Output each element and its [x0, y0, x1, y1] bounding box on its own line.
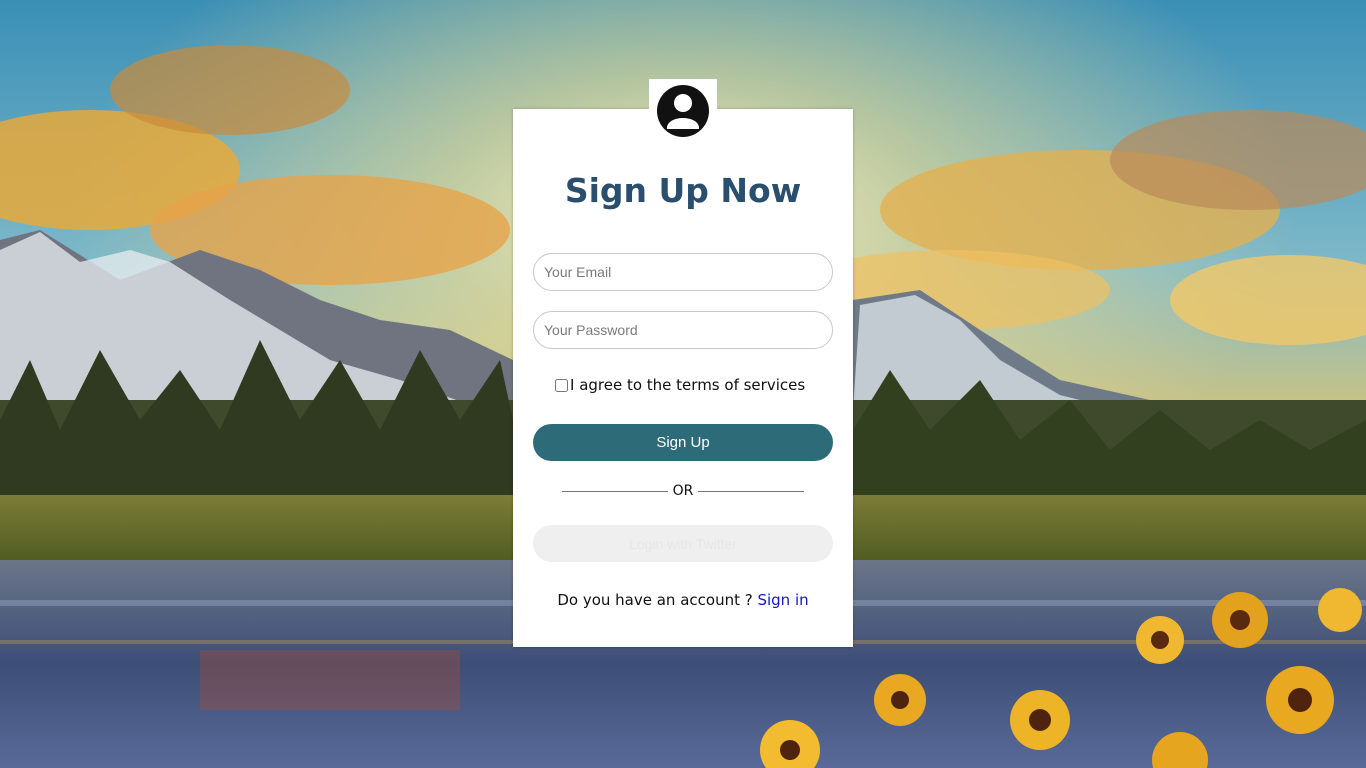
- terms-label: I agree to the terms of services: [570, 376, 806, 394]
- sign-in-link[interactable]: Sign in: [757, 591, 808, 609]
- email-input[interactable]: [533, 253, 833, 291]
- login-twitter-button[interactable]: Login with Twitter: [533, 525, 833, 562]
- divider-line-right: [698, 491, 804, 492]
- avatar: [649, 79, 717, 143]
- user-circle-icon: [657, 85, 709, 137]
- or-divider: OR: [562, 483, 804, 505]
- sign-up-button[interactable]: Sign Up: [533, 424, 833, 461]
- terms-checkbox[interactable]: [555, 378, 568, 392]
- account-prompt-text: Do you have an account ?: [557, 591, 758, 609]
- password-input[interactable]: [533, 311, 833, 349]
- terms-agreement: I agree to the terms of services: [555, 376, 805, 394]
- account-prompt: Do you have an account ? Sign in: [513, 591, 853, 609]
- signup-card: Sign Up Now I agree to the terms of serv…: [513, 109, 853, 647]
- page-title: Sign Up Now: [564, 171, 802, 210]
